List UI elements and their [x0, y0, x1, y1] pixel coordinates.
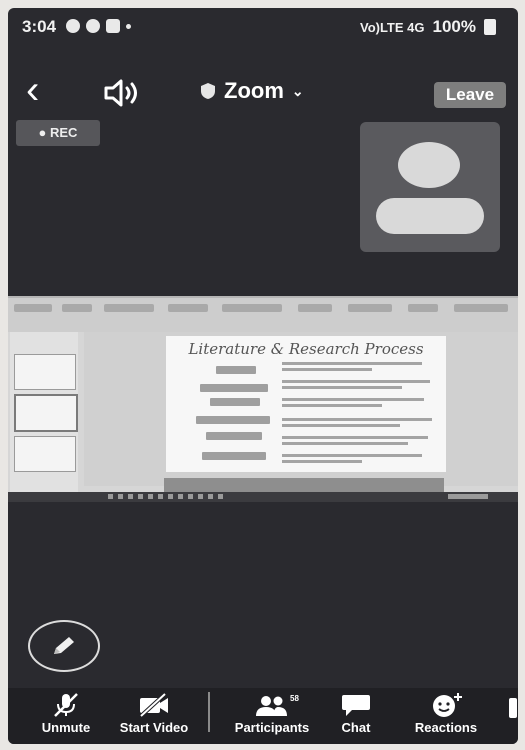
slide-thumbnails [10, 332, 78, 492]
start-video-button[interactable]: Start Video [112, 692, 196, 735]
battery-icon [484, 19, 496, 35]
slide-thumbnail-selected [14, 394, 78, 432]
slide-canvas: Literature & Research Process [84, 332, 518, 492]
participants-count: 58 [290, 694, 299, 703]
video-off-icon [139, 692, 168, 718]
zoom-meeting-screen: 3:04 Vo)LTE 4G 100% ‹ Zoom ⌄ Leave ● REC… [8, 8, 518, 744]
slide-thumbnail [14, 354, 76, 390]
meeting-title-dropdown[interactable]: Zoom ⌄ [200, 78, 304, 104]
avatar-body [376, 198, 484, 234]
start-video-label: Start Video [119, 720, 189, 735]
slide-title: Literature & Research Process [188, 340, 424, 358]
pencil-icon [54, 637, 74, 654]
reactions-icon [433, 693, 462, 717]
meeting-title: Zoom [224, 78, 284, 103]
unmute-label: Unmute [41, 720, 91, 735]
chat-button[interactable]: Chat [334, 692, 378, 735]
participants-button[interactable]: 58 Participants [226, 692, 318, 735]
muted-mic-icon [54, 693, 78, 717]
more-button[interactable] [508, 692, 518, 718]
presentation-ribbon [8, 296, 518, 332]
speaker-icon[interactable] [102, 78, 142, 108]
avatar-head [398, 142, 460, 188]
windows-taskbar [8, 492, 518, 502]
shared-screen[interactable]: Literature & Research Process [8, 296, 518, 502]
back-icon[interactable]: ‹ [26, 70, 39, 110]
notification-icon [66, 19, 80, 33]
participants-icon [256, 696, 287, 716]
self-video-tile[interactable] [360, 122, 500, 252]
slide-notes-bar [164, 478, 444, 492]
annotate-button[interactable] [28, 620, 100, 672]
recording-indicator: ● REC [16, 120, 100, 146]
shield-icon [201, 83, 215, 99]
more-notifications-icon [126, 24, 131, 29]
status-bar: 3:04 Vo)LTE 4G 100% [8, 8, 518, 44]
meeting-header: ‹ Zoom ⌄ Leave [8, 64, 518, 124]
slide: Literature & Research Process [166, 336, 446, 472]
slide-thumbnail [14, 436, 76, 472]
unmute-button[interactable]: Unmute [34, 692, 98, 735]
reactions-button[interactable]: Reactions [406, 692, 486, 735]
more-icon [509, 698, 517, 718]
participants-label: Participants [234, 720, 310, 735]
meeting-toolbar: Unmute Start Video 58 Participants Chat … [8, 688, 518, 744]
chat-label: Chat [341, 720, 371, 735]
status-time: 3:04 [22, 17, 57, 36]
signal-icon: Vo)LTE 4G [359, 19, 425, 35]
leave-button[interactable]: Leave [434, 82, 506, 108]
reactions-label: Reactions [414, 720, 478, 735]
chat-bubble-icon [342, 695, 370, 716]
gallery-notification-icon [106, 19, 120, 33]
chevron-down-icon: ⌄ [291, 82, 304, 99]
notification-icons [66, 19, 131, 33]
battery-level: 100% [432, 17, 476, 36]
notification-icon [86, 19, 100, 33]
toolbar-divider [208, 692, 210, 732]
